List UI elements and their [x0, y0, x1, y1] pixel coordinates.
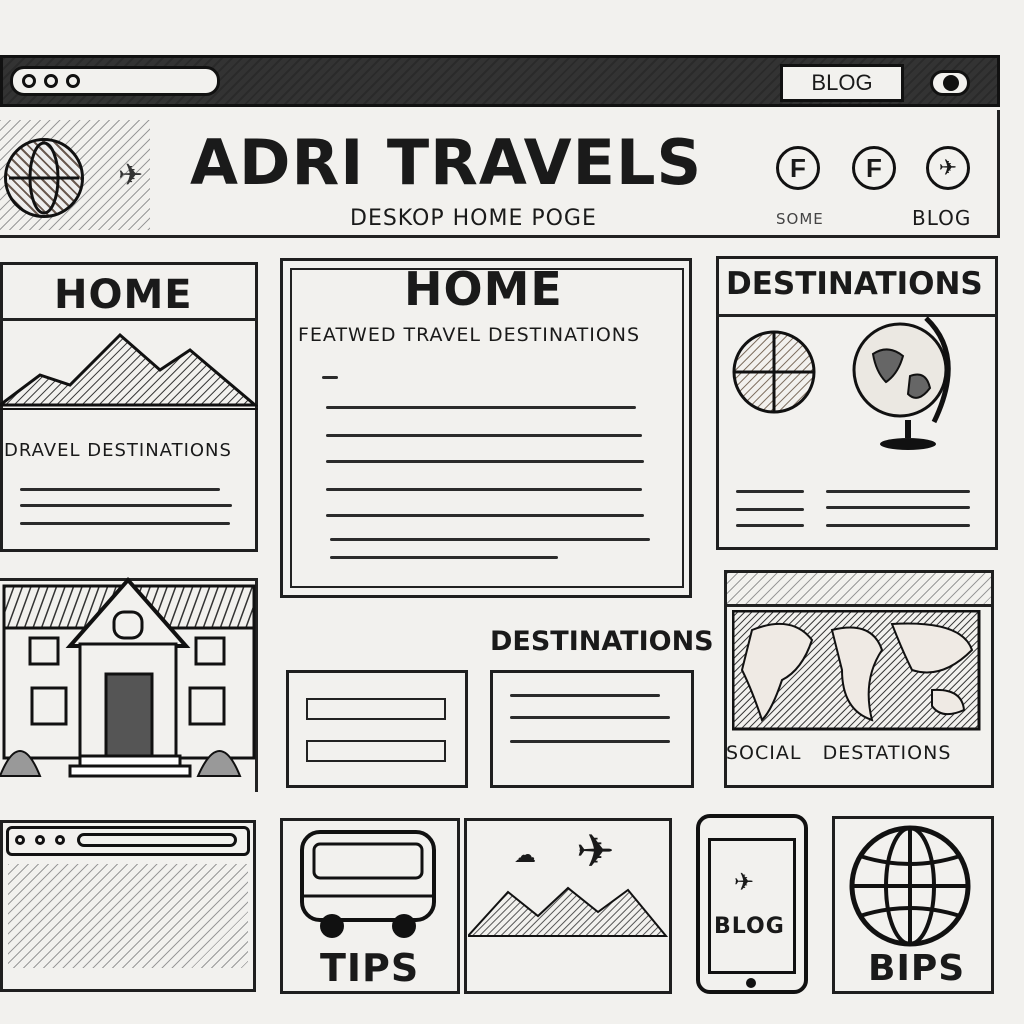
content-card[interactable]	[490, 670, 694, 788]
text-line	[330, 556, 558, 559]
facebook-icon[interactable]: F	[852, 146, 896, 190]
center-card-title: HOME	[404, 262, 563, 316]
middle-section-title: DESTINATIONS	[490, 626, 714, 657]
phone-label: BLOG	[714, 914, 785, 939]
address-bar[interactable]	[77, 833, 237, 847]
window-dot	[35, 835, 45, 845]
nav-blog-link[interactable]: BLOG	[912, 206, 971, 230]
mountain-icon	[0, 332, 258, 410]
blog-button[interactable]: BLOG	[780, 64, 904, 102]
window-dot[interactable]	[66, 74, 80, 88]
window-dot	[55, 835, 65, 845]
content-bar	[306, 740, 446, 762]
airplane-icon: ✈	[734, 869, 755, 896]
mountain-icon	[468, 886, 668, 937]
window-dot	[15, 835, 25, 845]
divider	[0, 318, 258, 321]
nav-home-link[interactable]: SOME	[776, 210, 824, 228]
social-icons: F F ✈	[776, 146, 986, 196]
left-card-title: HOME	[54, 272, 193, 318]
window-toggle[interactable]	[930, 70, 970, 96]
left-card-caption: DRAVEL DESTINATIONS	[4, 440, 232, 461]
globe-label: BIPS	[868, 948, 966, 989]
cloud-icon: ☁	[514, 842, 536, 867]
toggle-knob	[943, 75, 959, 91]
window-dot[interactable]	[44, 74, 58, 88]
map-card-caption: SOCIAL DESTATIONS	[726, 742, 952, 764]
phone-icon[interactable]: ✈ BLOG	[696, 814, 808, 994]
text-line	[326, 488, 642, 491]
phone-screen	[708, 838, 796, 974]
bus-icon	[300, 830, 436, 938]
window-dot[interactable]	[22, 74, 36, 88]
globe-logo-icon[interactable]	[4, 138, 84, 218]
airplane-icon: ✈	[118, 159, 144, 192]
phone-home-button	[746, 978, 756, 988]
text-line	[330, 538, 650, 541]
airplane-icon: ✈	[576, 825, 615, 877]
text-line	[322, 376, 338, 379]
content-bar	[306, 698, 446, 720]
facebook-icon[interactable]: F	[776, 146, 820, 190]
map-card-header	[727, 573, 991, 607]
site-title: ADRI TRAVELS	[190, 126, 703, 199]
text-line	[326, 406, 636, 409]
globe-icon	[732, 330, 816, 414]
globe-icon	[849, 825, 971, 947]
text-line	[326, 460, 644, 463]
page-subtitle: DESKOP HOME POGE	[350, 206, 597, 231]
content-card[interactable]	[286, 670, 468, 788]
center-card-subtitle: FEATWED TRAVEL DESTINATIONS	[298, 324, 641, 346]
text-line	[326, 514, 644, 517]
right-card-title: DESTINATIONS	[726, 266, 983, 302]
world-map-icon	[732, 610, 981, 731]
tips-label: TIPS	[320, 946, 420, 990]
house-icon	[0, 576, 256, 778]
twitter-icon[interactable]: ✈	[926, 146, 970, 190]
desk-globe-icon	[852, 316, 951, 450]
browser-card-content	[8, 864, 248, 968]
text-line	[326, 434, 642, 437]
browser-card-bar	[6, 826, 250, 856]
window-controls	[10, 66, 220, 96]
globe-lines-icon	[9, 141, 79, 215]
